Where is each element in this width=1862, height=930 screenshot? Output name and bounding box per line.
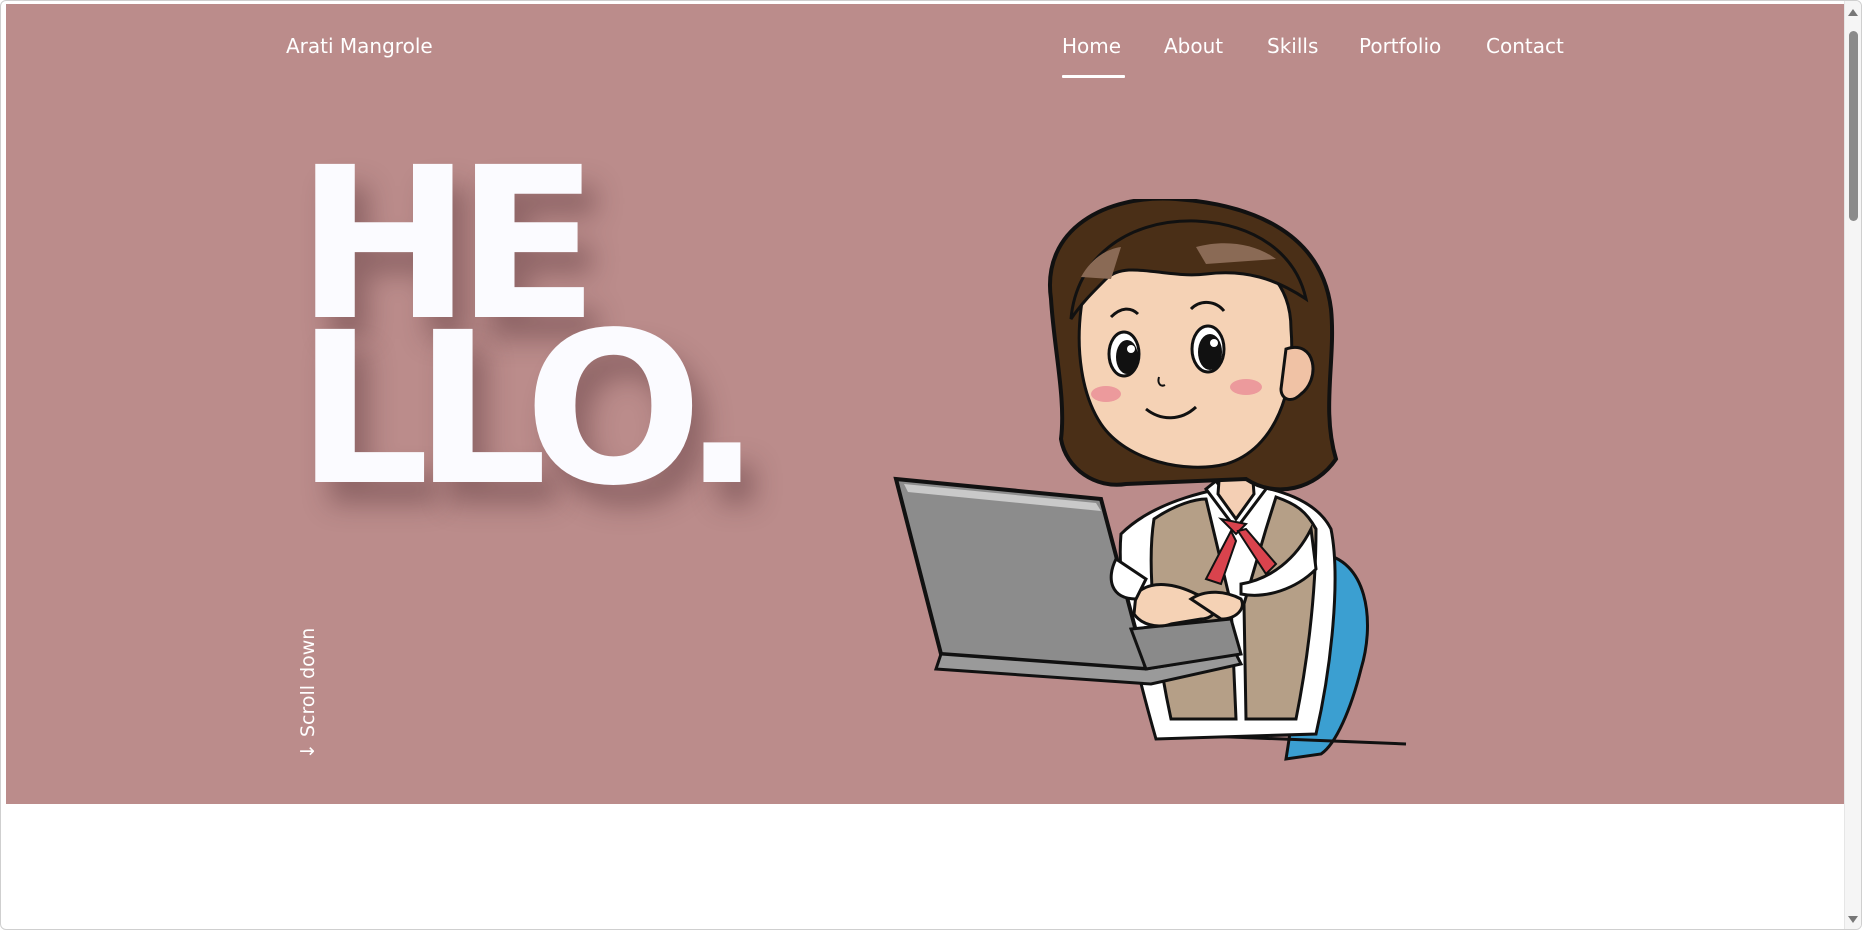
nav-skills[interactable]: Skills xyxy=(1267,34,1318,58)
woman-at-laptop-illustration xyxy=(893,199,1407,761)
scroll-down-link[interactable]: ↓ Scroll down xyxy=(297,619,321,759)
hello-line-2: LLO. xyxy=(296,287,762,532)
scroll-down-arrow-icon[interactable] xyxy=(1848,916,1858,923)
nav-portfolio[interactable]: Portfolio xyxy=(1359,34,1441,58)
scroll-up-arrow-icon[interactable] xyxy=(1848,9,1858,16)
nav-home[interactable]: Home xyxy=(1062,34,1121,58)
scrollbar-thumb[interactable] xyxy=(1849,31,1858,221)
main-nav: Home About Skills Portfolio Contact xyxy=(6,34,1846,84)
browser-viewport: Arati Mangrole Home About Skills Portfol… xyxy=(0,0,1862,930)
hero-section: Arati Mangrole Home About Skills Portfol… xyxy=(6,4,1846,804)
hello-heading: HE LLO. xyxy=(296,140,762,532)
active-nav-underline xyxy=(1062,75,1125,78)
nav-contact[interactable]: Contact xyxy=(1486,34,1564,58)
page-scrollbar[interactable] xyxy=(1844,1,1861,929)
nav-about[interactable]: About xyxy=(1164,34,1223,58)
